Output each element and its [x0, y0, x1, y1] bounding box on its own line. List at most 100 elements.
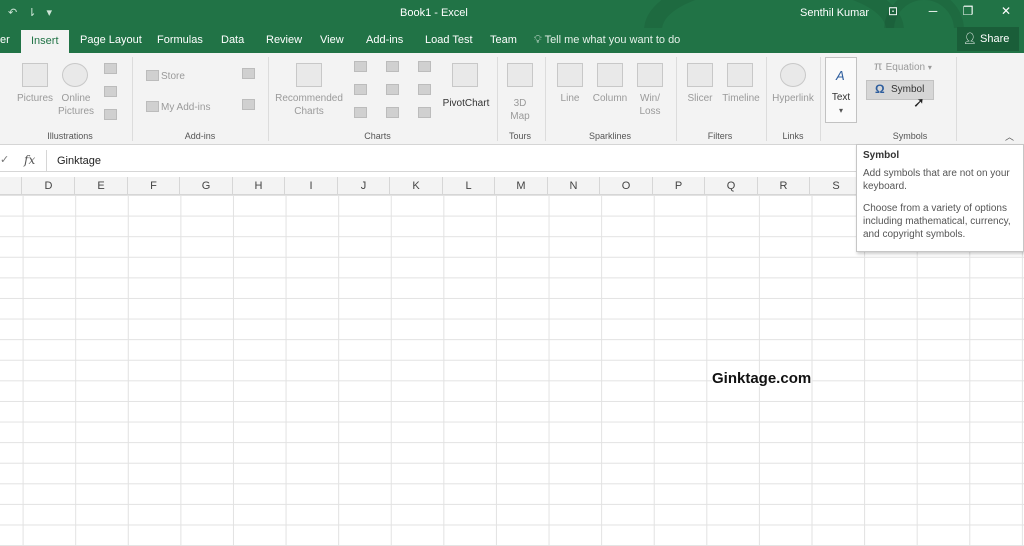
pivotchart-icon: [452, 63, 478, 87]
tab-team[interactable]: Team: [490, 28, 517, 53]
formula-input[interactable]: Ginktage: [46, 150, 896, 172]
hierarchy-chart-icon[interactable]: [386, 61, 399, 72]
omega-icon: Ω: [875, 82, 885, 96]
column-header-d[interactable]: D: [23, 177, 75, 195]
bing-maps-icon[interactable]: [242, 68, 255, 79]
column-chart-icon[interactable]: [354, 61, 367, 72]
mouse-cursor-icon: ➚: [913, 94, 925, 110]
enter-check-icon[interactable]: ✓: [0, 153, 9, 166]
group-label-illustrations: Illustrations: [47, 131, 93, 141]
surface-chart-icon[interactable]: [418, 107, 431, 118]
title-bar: ↶ ⇂ ▾ Book1 - Excel Senthil Kumar ⊡ ─ ❐ …: [0, 0, 1024, 28]
slicer-button[interactable]: Slicer: [682, 92, 718, 105]
waterfall-chart-icon[interactable]: [418, 61, 431, 72]
tab-home[interactable]: er: [0, 28, 10, 53]
column-header-k[interactable]: K: [390, 177, 443, 195]
insert-function-icon[interactable]: fx: [24, 153, 35, 167]
group-label-charts: Charts: [364, 131, 391, 141]
equation-button[interactable]: π Equation ▾: [874, 60, 932, 74]
sparkline-winloss-icon: [637, 63, 663, 87]
column-header-j[interactable]: J: [338, 177, 390, 195]
scatter-chart-icon[interactable]: [386, 107, 399, 118]
hyperlink-button[interactable]: Hyperlink: [769, 92, 817, 105]
store-icon: [146, 70, 159, 81]
column-header-e[interactable]: E: [75, 177, 128, 195]
select-all-corner[interactable]: [0, 177, 22, 195]
group-separator: [268, 57, 269, 141]
online-pictures-button[interactable]: Online Pictures: [54, 92, 98, 118]
column-header-l[interactable]: L: [443, 177, 495, 195]
group-separator: [956, 57, 957, 141]
store-button[interactable]: Store: [161, 70, 185, 83]
tab-add-ins[interactable]: Add-ins: [366, 28, 403, 53]
statistic-chart-icon[interactable]: [386, 84, 399, 95]
pivotchart-button[interactable]: PivotChart: [436, 97, 496, 110]
tab-review[interactable]: Review: [266, 28, 302, 53]
sparkline-winloss-button[interactable]: Win/Loss: [632, 92, 668, 118]
screenshot-icon[interactable]: [104, 109, 117, 120]
group-separator: [766, 57, 767, 141]
tab-load-test[interactable]: Load Test: [425, 28, 473, 53]
tooltip-title: Symbol: [863, 150, 900, 161]
column-header-g[interactable]: G: [180, 177, 233, 195]
smartart-icon[interactable]: [104, 86, 117, 97]
collapse-ribbon-icon[interactable]: ︿: [1005, 130, 1014, 143]
redo-icon[interactable]: ⇂: [27, 6, 36, 19]
tab-view[interactable]: View: [320, 28, 344, 53]
tab-page-layout[interactable]: Page Layout: [80, 28, 142, 53]
tab-insert[interactable]: Insert: [21, 30, 69, 53]
group-separator: [497, 57, 498, 141]
people-graph-icon[interactable]: [242, 99, 255, 110]
group-label-tours: Tours: [508, 131, 531, 141]
group-separator: [545, 57, 546, 141]
sparkline-line-button[interactable]: Line: [552, 92, 588, 105]
column-header-i[interactable]: I: [285, 177, 338, 195]
minimize-icon[interactable]: ─: [923, 4, 943, 18]
column-header-p[interactable]: P: [653, 177, 705, 195]
slicer-icon: [687, 63, 713, 87]
line-chart-icon[interactable]: [354, 84, 367, 95]
ribbon-display-options-icon[interactable]: ⊡: [883, 4, 903, 18]
3d-map-icon: [507, 63, 533, 87]
tab-data[interactable]: Data: [221, 28, 244, 53]
sparkline-column-button[interactable]: Column: [588, 92, 632, 105]
ribbon: Pictures Online Pictures Illustrations St…: [0, 53, 1024, 145]
group-label-links: Links: [782, 131, 804, 141]
sparkline-column-icon: [597, 63, 623, 87]
text-button-label: Text: [831, 92, 851, 103]
chevron-down-icon: ▾: [838, 106, 843, 115]
restore-icon[interactable]: ❐: [958, 4, 978, 18]
3d-map-button[interactable]: 3D Map: [502, 97, 538, 123]
column-header-q[interactable]: Q: [705, 177, 758, 195]
tab-formulas[interactable]: Formulas: [157, 28, 203, 53]
column-header-n[interactable]: N: [548, 177, 600, 195]
pictures-button[interactable]: Pictures: [14, 92, 56, 105]
combo-chart-icon[interactable]: [418, 84, 431, 95]
undo-icon[interactable]: ↶: [8, 6, 17, 19]
recommended-charts-button[interactable]: Recommended Charts: [274, 92, 344, 118]
column-header-m[interactable]: M: [495, 177, 548, 195]
group-label-sparklines: Sparklines: [588, 131, 632, 141]
column-header-r[interactable]: R: [758, 177, 810, 195]
close-icon[interactable]: ✕: [996, 4, 1016, 18]
shapes-icon[interactable]: [104, 63, 117, 74]
tell-me-search[interactable]: 💡︎ Tell me what you want to do: [534, 28, 680, 53]
online-pictures-icon: [62, 63, 88, 87]
customize-qat-icon[interactable]: ▾: [46, 6, 52, 19]
group-separator: [820, 57, 821, 141]
column-header-h[interactable]: H: [233, 177, 285, 195]
group-label-symbols: Symbols: [892, 131, 928, 141]
user-name[interactable]: Senthil Kumar: [800, 7, 869, 19]
column-header-o[interactable]: O: [600, 177, 653, 195]
timeline-button[interactable]: Timeline: [718, 92, 764, 105]
pi-icon: π: [874, 59, 886, 73]
hyperlink-icon: [780, 63, 806, 87]
text-button[interactable]: A Text ▾: [825, 57, 857, 123]
ribbon-tabs: er Insert Page Layout Formulas Data Revi…: [0, 28, 1024, 53]
watermark-text: Ginktage.com: [712, 370, 812, 387]
my-addins-button[interactable]: My Add-ins: [161, 101, 210, 114]
group-label-filters: Filters: [707, 131, 733, 141]
column-header-f[interactable]: F: [128, 177, 180, 195]
share-button[interactable]: 👤︎ Share: [957, 27, 1019, 51]
pie-chart-icon[interactable]: [354, 107, 367, 118]
